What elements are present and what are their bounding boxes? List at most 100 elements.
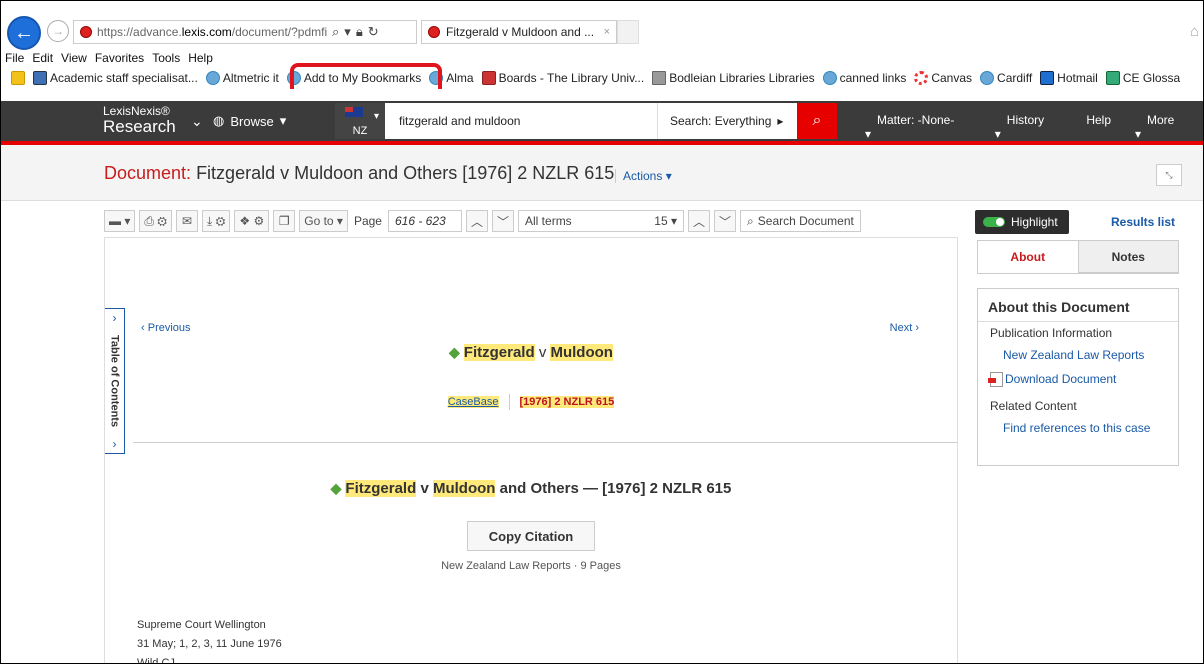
previous-link[interactable]: ‹ Previous (141, 322, 191, 334)
goto-button[interactable]: Go to ▾ (299, 210, 348, 232)
citation: [1976] 2 NZLR 615 (519, 395, 615, 408)
fav-cardiff[interactable]: Cardiff (978, 71, 1034, 85)
about-document-panel: About this Document Publication Informat… (977, 288, 1179, 466)
document-label: Document: (104, 163, 192, 183)
search-box: ▾ NZ fitzgerald and muldoon Search: Ever… (335, 103, 797, 139)
document-title: Fitzgerald v Muldoon and Others [1976] 2… (196, 163, 615, 183)
browse-menu[interactable]: ◍ Browse ▾ (213, 113, 286, 129)
lexis-logo[interactable]: LexisNexis® Research (103, 105, 176, 135)
publication-info-label: Publication Information (990, 326, 1113, 340)
court-name: Supreme Court Wellington (137, 619, 266, 631)
print-button[interactable]: ⎙ ⚙ (139, 210, 173, 232)
help-link[interactable]: Help (1074, 113, 1123, 141)
browser-tab[interactable]: Fitzgerald v Muldoon and ... × (421, 20, 617, 44)
caret-right-icon: ▸ (777, 114, 784, 128)
back-arrow-icon: ← (14, 21, 34, 44)
globe-icon: ◍ (213, 113, 225, 128)
url-text: https://advance.lexis.com/document/?pdmf… (97, 25, 327, 39)
fav-canned-links[interactable]: canned links (821, 71, 909, 85)
prev-term-button[interactable]: ︿ (688, 210, 711, 232)
more-menu[interactable]: More ▾ (1123, 113, 1203, 141)
results-list-link[interactable]: Results list (1111, 215, 1175, 229)
search-scope-selector[interactable]: Search: Everything ▸ (657, 103, 797, 139)
lexis-nav-bar: LexisNexis® Research ⌄ ◍ Browse ▾ ▾ NZ f… (1, 101, 1203, 141)
tab-notes[interactable]: Notes (1078, 241, 1178, 273)
search-icon: ⌕ (747, 213, 754, 228)
product-switcher-chevron-icon[interactable]: ⌄ (191, 113, 203, 130)
next-link[interactable]: Next › (890, 322, 919, 334)
ie-icon (980, 71, 995, 85)
fav-boards[interactable]: Boards - The Library Univ... (480, 71, 647, 85)
menu-file[interactable]: File (5, 51, 24, 65)
pdf-icon (988, 372, 1003, 388)
find-references-link[interactable]: Find references to this case (978, 421, 1178, 435)
menu-tools[interactable]: Tools (152, 51, 180, 65)
document-title-bar: Document: Fitzgerald v Muldoon and Other… (1, 145, 1203, 201)
refresh-icon[interactable]: ↻ (368, 24, 379, 40)
page-title: Document: Fitzgerald v Muldoon and Other… (104, 163, 614, 184)
favorites-star[interactable] (9, 71, 27, 85)
download-document-link[interactable]: Download Document (978, 372, 1178, 388)
tab-close-icon[interactable]: × (604, 26, 610, 38)
copy-icon: ❐ (278, 214, 290, 228)
tab-about[interactable]: About (978, 241, 1079, 273)
back-button[interactable]: ← (7, 16, 41, 50)
fav-academic-staff[interactable]: Academic staff specialisat... (31, 71, 200, 85)
address-bar[interactable]: https://advance.lexis.com/document/?pdmf… (73, 20, 417, 44)
folder-button[interactable]: ▬ ▾ (104, 210, 136, 232)
search-icon: ⌕ (812, 112, 822, 129)
forward-button[interactable]: → (47, 20, 69, 42)
menu-favorites[interactable]: Favorites (95, 51, 144, 65)
next-page-button[interactable]: ﹀ (492, 210, 515, 232)
menu-edit[interactable]: Edit (32, 51, 53, 65)
shield-icon (33, 71, 47, 85)
related-content-label: Related Content (990, 399, 1077, 414)
fav-altmetric[interactable]: Altmetric it (204, 71, 281, 85)
favorites-bar: Academic staff specialisat... Altmetric … (1, 67, 1203, 89)
dropbox-icon: ❖ ⚙ (239, 214, 265, 228)
divider (133, 442, 957, 443)
actions-menu[interactable]: Actions ▾ (615, 169, 672, 183)
casebase-link[interactable]: CaseBase (447, 395, 499, 408)
matter-menu[interactable]: Matter: -None- ▾ (853, 113, 983, 141)
search-terms-selector[interactable]: All terms 15 ▾ (518, 210, 685, 232)
new-tab-button[interactable] (617, 20, 639, 44)
jurisdiction-selector[interactable]: ▾ NZ (335, 103, 385, 139)
fav-ce-glossa[interactable]: CE Glossa (1104, 71, 1182, 85)
download-button[interactable]: ⤓ ⚙ (202, 210, 231, 232)
menu-view[interactable]: View (61, 51, 87, 65)
browser-top: ← → https://advance.lexis.com/document/?… (1, 1, 1203, 50)
nz-flag-icon (345, 107, 363, 117)
table-of-contents-tab[interactable]: › Table of Contents › (105, 308, 125, 454)
search-icon[interactable]: ⌕ (332, 24, 339, 40)
home-icon[interactable]: ⌂ (1190, 23, 1199, 40)
publication-link[interactable]: New Zealand Law Reports (978, 348, 1178, 362)
fav-hotmail[interactable]: Hotmail (1038, 71, 1100, 85)
copy-button[interactable]: ❐ (273, 210, 296, 232)
dropbox-button[interactable]: ❖ ⚙ (234, 210, 270, 232)
page-label: Page (353, 214, 382, 228)
screenshot-frame: ← → https://advance.lexis.com/document/?… (0, 0, 1204, 664)
star-icon (11, 71, 25, 85)
email-button[interactable]: ✉ (176, 210, 199, 232)
chevron-right-icon: › (112, 436, 117, 451)
caret-down-icon: ▾ (279, 113, 287, 128)
search-button[interactable]: ⌕ (797, 103, 837, 139)
page-field[interactable]: 616 - 623 (387, 210, 462, 232)
fav-canvas[interactable]: Canvas (912, 71, 974, 85)
search-input[interactable]: fitzgerald and muldoon (385, 114, 657, 128)
highlight-toggle[interactable]: Highlight (975, 210, 1069, 234)
report-pages: New Zealand Law Reports · 9 Pages (441, 560, 621, 572)
expand-icon[interactable]: ⤡ (1156, 164, 1182, 186)
history-menu[interactable]: History ▾ (983, 113, 1075, 141)
menu-help[interactable]: Help (188, 51, 213, 65)
fav-bodleian[interactable]: Bodleian Libraries Libraries (650, 71, 816, 85)
dropdown-icon[interactable]: ▾ (344, 24, 351, 40)
search-document-button[interactable]: ⌕ Search Document (740, 210, 861, 232)
outlook-icon (1040, 71, 1055, 85)
copy-citation-button[interactable]: Copy Citation (467, 521, 595, 551)
next-term-button[interactable]: ﹀ (714, 210, 737, 232)
panel-heading: About this Document (988, 299, 1130, 315)
divider (508, 394, 510, 410)
prev-page-button[interactable]: ︿ (465, 210, 488, 232)
